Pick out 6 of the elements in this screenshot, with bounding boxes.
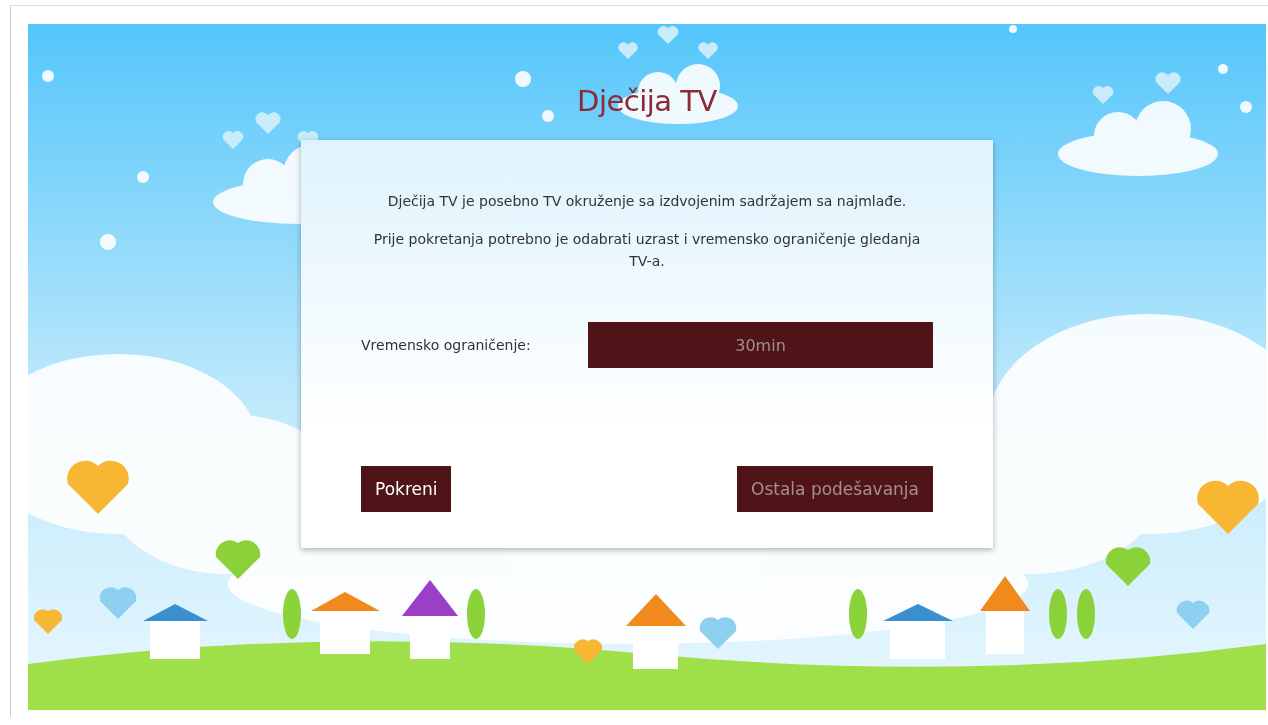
intro-text: Dječija TV je posebno TV okruženje sa izdvojenim sadržajem sa najmlađe. <box>387 192 907 211</box>
start-button[interactable]: Pokreni <box>361 466 452 512</box>
intro-text: Prije pokretanja potrebno je odabrati uzrast i vremensko ograničenje gledanja TV-a. <box>372 230 922 271</box>
settings-button[interactable]: Ostala podešavanja <box>737 466 933 512</box>
time-limit-selector[interactable]: 30min <box>588 322 933 368</box>
time-limit-label: Vremensko ograničenje: <box>361 337 531 353</box>
